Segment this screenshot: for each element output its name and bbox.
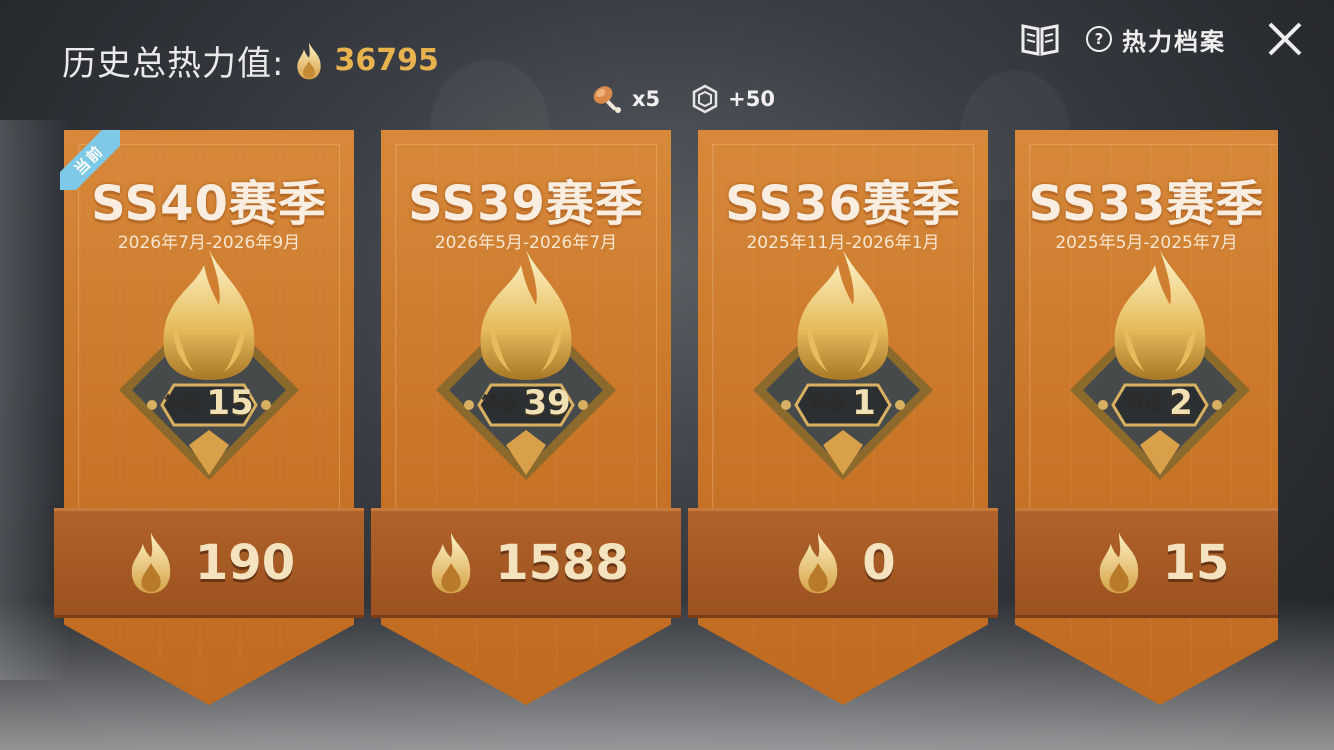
heat-archive-button[interactable]: ? 热力档案 (1086, 22, 1226, 57)
level-display: 等级 2 (1087, 380, 1233, 426)
top-right-toolbar: ? 热力档案 (1020, 14, 1310, 64)
season-card-ss36[interactable]: SS36赛季 2025年11月-2026年1月 等级 1 0 (688, 130, 998, 705)
flame-icon (431, 532, 471, 594)
flame-emblem-icon (119, 250, 299, 480)
flame-emblem-icon (1070, 250, 1250, 480)
season-card-ss33[interactable]: SS33赛季 2025年5月-2025年7月 等级 2 15 (1015, 130, 1278, 705)
level-number: 15 (206, 383, 254, 423)
drumstick-icon (593, 86, 621, 113)
flame-icon (1099, 532, 1138, 594)
heat-archive-label: 热力档案 (1122, 27, 1226, 56)
current-season-ribbon: 当前 (60, 130, 120, 190)
season-title: SS36赛季 (725, 176, 961, 232)
heat-score-bar: 15 (1015, 508, 1278, 618)
level-display: 等级 1 (770, 380, 916, 426)
level-label: 等级 (1127, 394, 1164, 415)
heat-score-bar: 0 (688, 508, 998, 618)
season-card-ss39[interactable]: SS39赛季 2026年5月-2026年7月 等级 39 1588 (371, 130, 681, 705)
flame-emblem-icon (753, 250, 933, 480)
badge-icon (692, 84, 718, 114)
reward-item-badge: +50 (690, 84, 775, 114)
flame-icon (297, 42, 322, 79)
season-title: SS33赛季 (1028, 176, 1265, 232)
level-label: 等级 (164, 394, 201, 415)
reward-value: +50 (728, 87, 775, 111)
reward-row: x5 +50 (590, 82, 775, 116)
heat-score-value: 190 (194, 535, 296, 591)
level-display: 等级 39 (453, 380, 599, 426)
close-icon[interactable] (1260, 14, 1310, 64)
season-card-ss40[interactable]: SS40赛季 2026年7月-2026年9月 等级 15 190 (54, 130, 364, 705)
level-number: 2 (1169, 383, 1193, 423)
level-number: 39 (523, 383, 571, 423)
heat-score-value: 15 (1162, 535, 1230, 591)
current-season-label: 当前 (60, 130, 120, 190)
flame-icon (799, 532, 838, 594)
level-label: 等级 (810, 394, 847, 415)
reward-value: x5 (632, 87, 661, 111)
level-label: 等级 (481, 394, 518, 415)
total-heat-header: 历史总热力值: 36795 (62, 36, 439, 85)
flame-emblem-icon (436, 250, 616, 480)
heat-score-value: 0 (862, 535, 896, 591)
heat-score-bar: 1588 (371, 508, 681, 618)
book-icon[interactable] (1020, 21, 1060, 57)
reward-item-drumstick: x5 (590, 82, 660, 116)
question-icon: ? (1086, 26, 1112, 52)
level-number: 1 (852, 383, 876, 423)
total-heat-label: 历史总热力值: (62, 44, 285, 84)
level-display: 等级 15 (136, 380, 282, 426)
season-title: SS39赛季 (408, 176, 644, 232)
total-heat-value: 36795 (334, 43, 439, 78)
flame-icon (131, 532, 171, 594)
heat-score-value: 1588 (495, 535, 629, 591)
heat-score-bar: 190 (54, 508, 364, 618)
